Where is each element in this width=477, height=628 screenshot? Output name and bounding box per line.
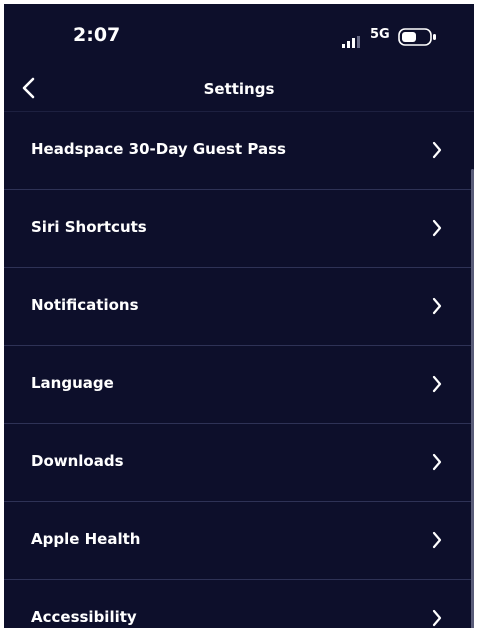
status-time: 2:07 [73, 24, 121, 46]
chevron-right-icon [432, 609, 442, 627]
settings-item-label: Siri Shortcuts [31, 218, 147, 236]
settings-item-label: Headspace 30-Day Guest Pass [31, 140, 286, 158]
settings-item-accessibility[interactable]: Accessibility [4, 580, 474, 628]
chevron-right-icon [432, 141, 442, 159]
settings-item-apple-health[interactable]: Apple Health [4, 502, 474, 580]
settings-item-language[interactable]: Language [4, 346, 474, 424]
chevron-right-icon [432, 219, 442, 237]
status-bar: 2:07 5G [4, 4, 474, 64]
chevron-right-icon [432, 375, 442, 393]
chevron-right-icon [432, 297, 442, 315]
vertical-scrollbar[interactable] [471, 169, 474, 628]
settings-item-guest-pass[interactable]: Headspace 30-Day Guest Pass [4, 112, 474, 190]
settings-item-label: Accessibility [31, 608, 137, 626]
page-title: Settings [203, 80, 275, 98]
battery-icon [398, 28, 438, 46]
chevron-right-icon [432, 531, 442, 549]
navigation-bar: Settings [4, 66, 474, 114]
settings-item-label: Notifications [31, 296, 139, 314]
settings-list: Headspace 30-Day Guest Pass Siri Shortcu… [4, 112, 474, 628]
settings-item-label: Apple Health [31, 530, 141, 548]
settings-item-siri-shortcuts[interactable]: Siri Shortcuts [4, 190, 474, 268]
settings-item-notifications[interactable]: Notifications [4, 268, 474, 346]
network-type: 5G [370, 27, 390, 42]
settings-item-label: Language [31, 374, 114, 392]
settings-item-label: Downloads [31, 452, 124, 470]
cellular-signal-icon [342, 33, 360, 48]
settings-screen: 2:07 5G Settings Headspace 30-Day Guest … [4, 4, 474, 628]
chevron-right-icon [432, 453, 442, 471]
settings-item-downloads[interactable]: Downloads [4, 424, 474, 502]
